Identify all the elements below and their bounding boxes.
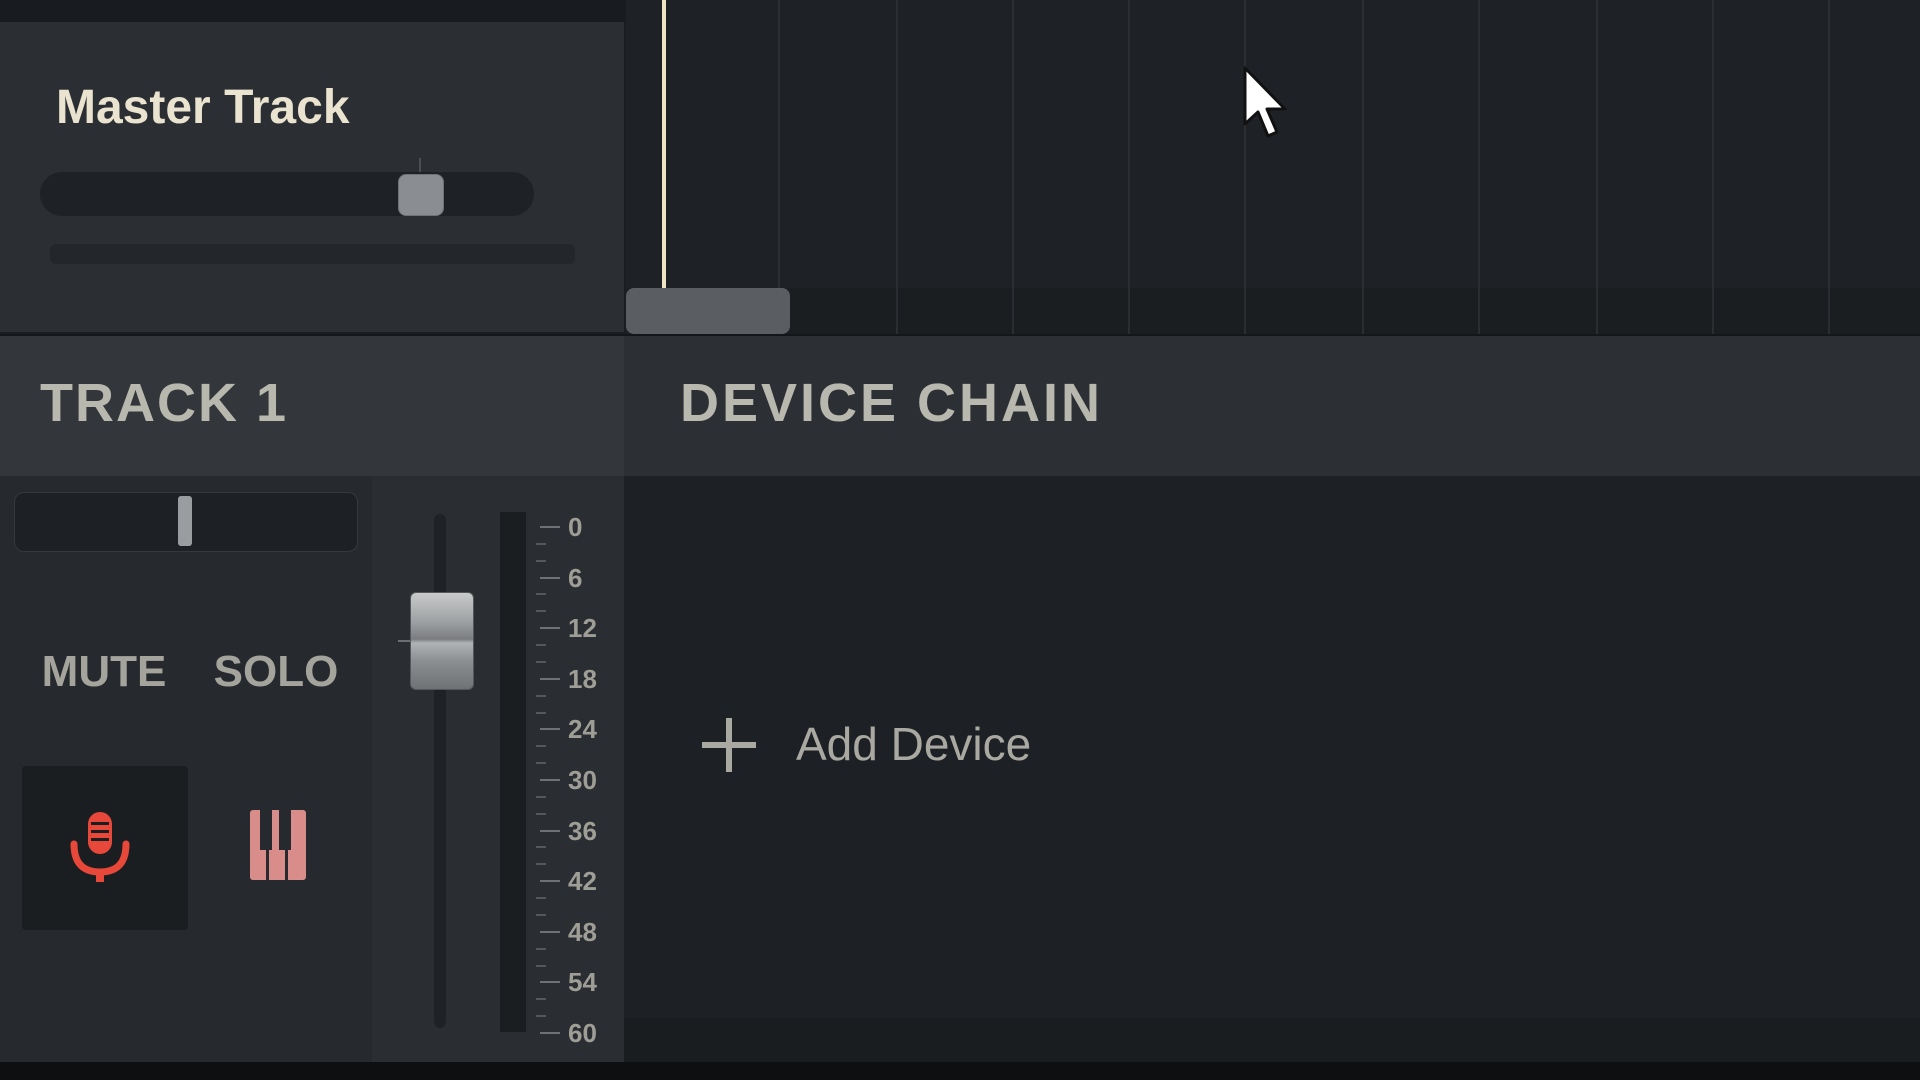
mouse-pointer-icon (1243, 66, 1287, 138)
grid-line (1828, 0, 1830, 334)
meter-scale-tick (540, 526, 560, 528)
device-chain-title: DEVICE CHAIN (680, 373, 1104, 433)
meter-scale-label: 18 (568, 663, 597, 694)
meter-scale: 0 6 12 18 24 30 36 42 48 54 60 (532, 510, 622, 1048)
track-name[interactable]: TRACK 1 (40, 372, 288, 434)
meter-scale-minor-tick (536, 913, 546, 916)
timeline-ruler-strip (626, 288, 1920, 334)
meter-scale-label: 12 (568, 613, 597, 644)
meter-scale-tick (540, 576, 560, 579)
grid-line (778, 0, 780, 334)
meter-scale-label: 48 (568, 916, 597, 947)
track-level-meter (500, 512, 526, 1032)
meter-scale-minor-tick (536, 897, 546, 900)
meter-scale-tick (540, 930, 560, 933)
fader-unity-mark (398, 640, 410, 642)
meter-scale-tick (540, 627, 560, 630)
master-volume-knob[interactable] (398, 174, 444, 216)
meter-scale-minor-tick (536, 644, 546, 647)
meter-scale-tick (540, 1032, 560, 1034)
meter-scale-label: 60 (568, 1018, 597, 1048)
meter-scale-minor-tick (536, 964, 546, 967)
meter-scale-label: 54 (568, 967, 597, 998)
meter-scale-minor-tick (536, 711, 546, 714)
master-volume-center-mark (419, 158, 421, 172)
grid-line (1596, 0, 1598, 334)
meter-scale-minor-tick (536, 812, 546, 815)
playhead-line[interactable] (662, 0, 666, 290)
meter-scale-label: 24 (568, 714, 597, 745)
piano-keys-icon (250, 810, 306, 880)
meter-scale-minor-tick (536, 694, 546, 697)
meter-scale-minor-tick (536, 1015, 546, 1018)
arrangement-timeline[interactable] (626, 0, 1920, 334)
meter-scale-tick (540, 829, 560, 832)
meter-scale-label: 42 (568, 866, 597, 897)
master-level-meter (50, 244, 575, 264)
grid-line (1362, 0, 1364, 334)
meter-scale-minor-tick (536, 542, 546, 545)
meter-scale-minor-tick (536, 846, 546, 849)
meter-scale-minor-tick (536, 745, 546, 748)
meter-scale-minor-tick (536, 593, 546, 596)
meter-scale-minor-tick (536, 660, 546, 663)
meter-scale-label: 0 (568, 512, 583, 542)
grid-line (1478, 0, 1480, 334)
meter-scale-tick (540, 677, 560, 680)
playhead-handle[interactable] (626, 288, 790, 334)
microphone-icon (70, 812, 130, 882)
meter-scale-minor-tick (536, 559, 546, 562)
grid-line (896, 0, 898, 334)
meter-scale-tick (540, 981, 560, 984)
master-track-title: Master Track (56, 81, 350, 134)
meter-scale-minor-tick (536, 863, 546, 866)
volume-fader-knob[interactable] (410, 592, 474, 690)
add-device-label[interactable]: Add Device (796, 716, 1031, 772)
meter-scale-minor-tick (536, 795, 546, 798)
grid-line (1712, 0, 1714, 334)
grid-line (1012, 0, 1014, 334)
meter-scale-minor-tick (536, 998, 546, 1001)
meter-scale-tick (540, 779, 560, 781)
meter-scale-label: 6 (568, 562, 583, 593)
grid-line (1244, 0, 1246, 334)
meter-scale-label: 30 (568, 765, 597, 795)
bottom-edge-bar (0, 1062, 1920, 1080)
meter-scale-minor-tick (536, 762, 546, 765)
mute-button[interactable]: MUTE (36, 640, 172, 704)
solo-button[interactable]: SOLO (208, 640, 344, 704)
grid-line (1128, 0, 1130, 334)
meter-scale-minor-tick (536, 610, 546, 613)
pan-knob[interactable] (178, 496, 192, 546)
meter-scale-tick (540, 880, 560, 883)
meter-scale-tick (540, 728, 560, 731)
plus-icon (702, 718, 756, 772)
meter-scale-minor-tick (536, 947, 546, 950)
device-chain-footer (624, 1018, 1920, 1062)
master-volume-slider[interactable] (40, 172, 534, 216)
meter-scale-label: 36 (568, 815, 597, 846)
